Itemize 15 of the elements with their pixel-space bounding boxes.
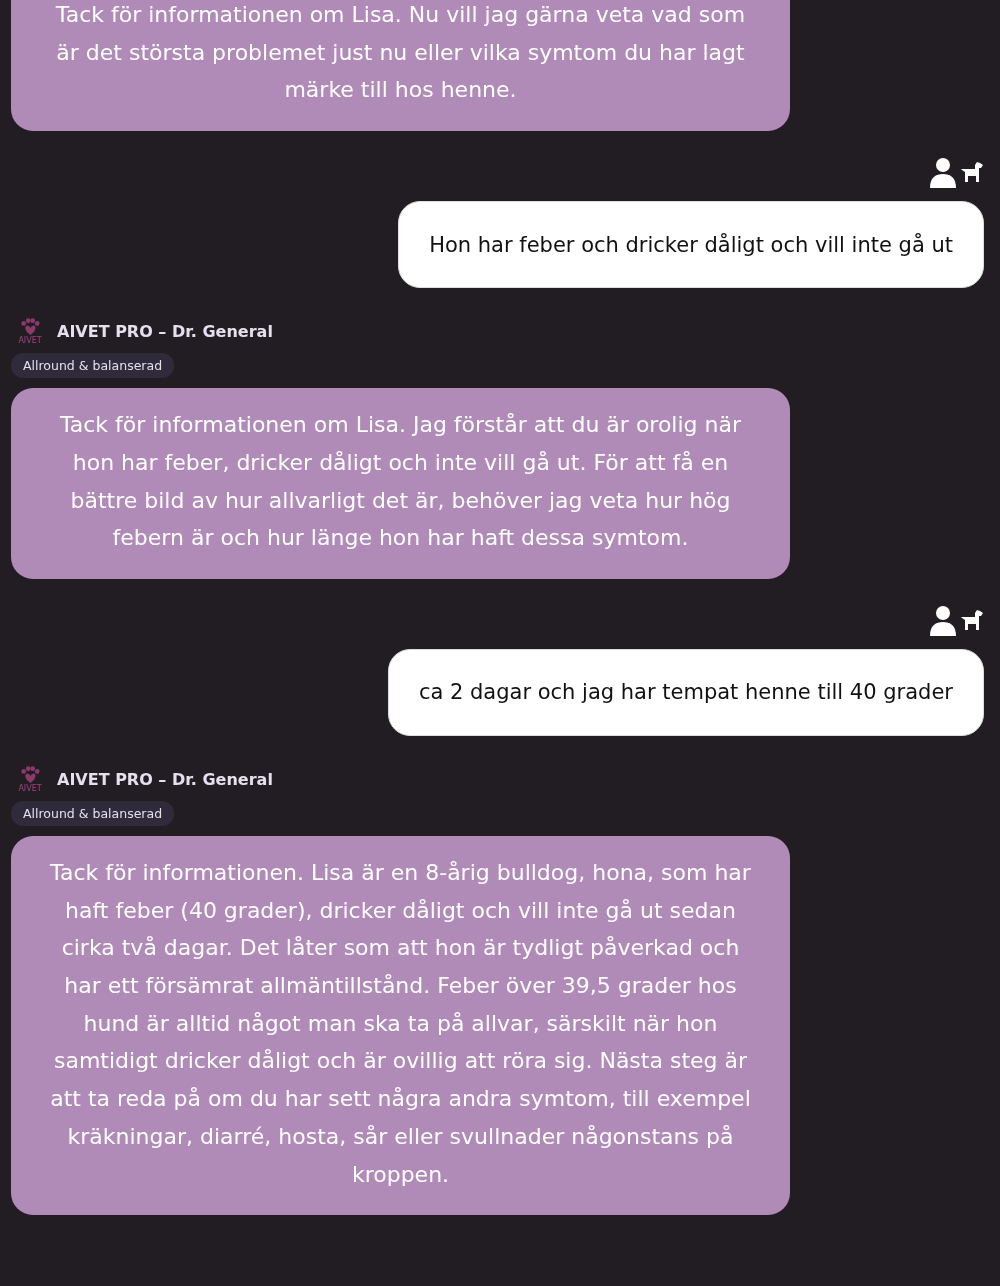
paw-icon bbox=[19, 765, 41, 784]
paw-icon bbox=[19, 318, 41, 337]
logo-text: AIVET bbox=[18, 783, 42, 793]
bot-message: Tack för informationen. Lisa är en 8-årig bulldog, hona, som har haft feber (40 grader), dricker dåligt och vill inte gå ut sedan cirka två dagar. Det låter som att hon är tydligt påverkad och har ett försämrat allmäntillstånd. Feber över 39,5 grader hos hund är alltid något man ska ta på allvar, särskilt när hon samtidigt dricker dåligt och är ovillig att röra sig. Nästa steg är att ta reda på om du har sett några andra symtom, till exempel kräkningar, diarré, hosta, sår eller svullnader någonstans på kroppen. bbox=[11, 835, 790, 1216]
bot-message: Tack för informationen om Lisa. Nu vill jag gärna veta vad som är det största problemet just nu eller vilka symtom du har lagt märke till hos henne. bbox=[11, 0, 790, 132]
sender-name: AIVET PRO – Dr. General bbox=[57, 769, 273, 789]
persona-badge: Allround & balanserad bbox=[11, 353, 175, 379]
persona-badge: Allround & balanserad bbox=[11, 800, 175, 826]
bot-message: Tack för informationen om Lisa. Jag förstår att du är orolig när hon har feber, dricker dåligt och inte vill gå ut. För att få en bättre bild av hur allvarligt det är, behöver jag veta hur hög febern är och hur länge hon har haft dessa symtom. bbox=[11, 388, 790, 579]
person-dog-icon bbox=[928, 157, 984, 190]
sender-name: AIVET PRO – Dr. General bbox=[57, 322, 273, 342]
user-message: ca 2 dagar och jag har tempat henne till 40 grader bbox=[387, 648, 984, 736]
person-dog-icon bbox=[928, 604, 984, 637]
logo-text: AIVET bbox=[18, 336, 42, 346]
user-message: Hon har feber och dricker dåligt och vill inte gå ut bbox=[398, 201, 984, 289]
